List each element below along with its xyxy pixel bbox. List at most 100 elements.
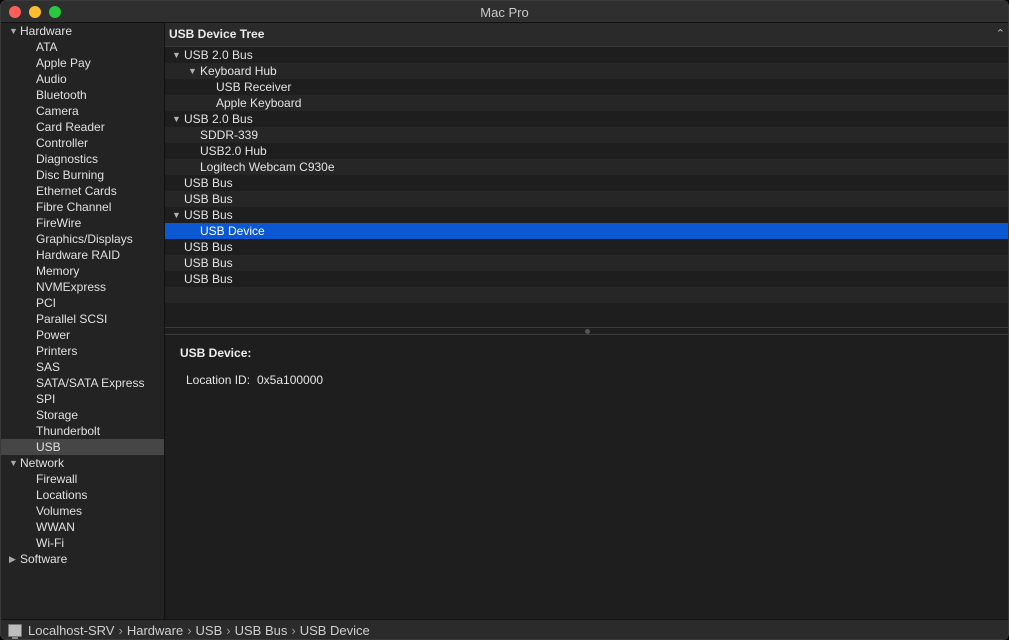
tree-row-label: USB Bus [184, 256, 233, 270]
sidebar-item-graphics-displays[interactable]: Graphics/Displays [1, 231, 164, 247]
tree-row[interactable]: USB Bus [165, 255, 1008, 271]
disclosure-open-icon[interactable]: ▼ [9, 455, 19, 471]
title-bar[interactable]: Mac Pro [1, 1, 1008, 23]
sidebar-item-bluetooth[interactable]: Bluetooth [1, 87, 164, 103]
sidebar-group-hardware[interactable]: ▼ Hardware [1, 23, 164, 39]
sidebar-group-label: Software [20, 552, 68, 566]
sidebar-item-wi-fi[interactable]: Wi-Fi [1, 535, 164, 551]
sidebar-group-software[interactable]: ▶ Software [1, 551, 164, 567]
tree-row[interactable]: USB Bus [165, 239, 1008, 255]
sidebar-item-ethernet-cards[interactable]: Ethernet Cards [1, 183, 164, 199]
sidebar-group-label: Hardware [20, 24, 73, 38]
sidebar-item-memory[interactable]: Memory [1, 263, 164, 279]
tree-row-label: USB 2.0 Bus [184, 112, 253, 126]
window-title: Mac Pro [480, 5, 529, 20]
tree-row-label: USB2.0 Hub [200, 144, 267, 158]
sidebar-item-ata[interactable]: ATA [1, 39, 164, 55]
sidebar-item-apple-pay[interactable]: Apple Pay [1, 55, 164, 71]
disclosure-open-icon[interactable]: ▼ [172, 47, 182, 63]
tree-row-label: USB 2.0 Bus [184, 48, 253, 62]
sidebar-item-audio[interactable]: Audio [1, 71, 164, 87]
sidebar-item-storage[interactable]: Storage [1, 407, 164, 423]
tree-row[interactable]: SDDR-339 [165, 127, 1008, 143]
sidebar-item-nvmexpress[interactable]: NVMExpress [1, 279, 164, 295]
tree-row-empty [165, 303, 1008, 319]
breadcrumb-item[interactable]: USB Device [300, 623, 370, 638]
sidebar-item-pci[interactable]: PCI [1, 295, 164, 311]
tree-row[interactable]: Logitech Webcam C930e [165, 159, 1008, 175]
sidebar-item-hardware-raid[interactable]: Hardware RAID [1, 247, 164, 263]
breadcrumb-separator: › [291, 623, 296, 638]
tree-row[interactable]: ▼ USB 2.0 Bus [165, 111, 1008, 127]
breadcrumb: Localhost-SRV › Hardware › USB › USB Bus › USB D… [28, 620, 370, 639]
tree-row-label: Keyboard Hub [200, 64, 277, 78]
sidebar-group-network[interactable]: ▼ Network [1, 455, 164, 471]
disclosure-closed-icon[interactable]: ▶ [9, 551, 19, 567]
tree-row-label: USB Device [200, 224, 265, 238]
tree-row-label: USB Bus [184, 176, 233, 190]
sidebar-item-card-reader[interactable]: Card Reader [1, 119, 164, 135]
tree-column-header[interactable]: USB Device Tree ⌃ [165, 23, 1008, 47]
tree-row[interactable]: USB Receiver [165, 79, 1008, 95]
tree-row[interactable]: ▼ USB 2.0 Bus [165, 47, 1008, 63]
sidebar-item-printers[interactable]: Printers [1, 343, 164, 359]
tree-row-label: USB Bus [184, 240, 233, 254]
splitter-grip-icon[interactable] [585, 329, 590, 334]
tree-row[interactable]: USB2.0 Hub [165, 143, 1008, 159]
pane-splitter[interactable] [165, 327, 1008, 335]
sidebar-item-thunderbolt[interactable]: Thunderbolt [1, 423, 164, 439]
sidebar: ▼ Hardware ATA Apple Pay Audio Bluetooth Camer… [1, 23, 165, 619]
tree-row-selected[interactable]: USB Device [165, 223, 1008, 239]
tree-row-label: USB Receiver [216, 80, 292, 94]
usb-device-tree: USB Device Tree ⌃ ▼ USB 2.0 Bus ▼ Keyboard … [165, 23, 1008, 327]
sidebar-item-wwan[interactable]: WWAN [1, 519, 164, 535]
disclosure-open-icon[interactable]: ▼ [188, 63, 198, 79]
disclosure-open-icon[interactable]: ▼ [172, 207, 182, 223]
location-id-value: 0x5a100000 [257, 373, 324, 387]
detail-title: USB Device: [180, 346, 252, 360]
breadcrumb-separator: › [226, 623, 231, 638]
tree-row-label: USB Bus [184, 192, 233, 206]
tree-row[interactable]: Apple Keyboard [165, 95, 1008, 111]
sidebar-item-controller[interactable]: Controller [1, 135, 164, 151]
breadcrumb-item[interactable]: Localhost-SRV [28, 623, 114, 638]
sidebar-item-parallel-scsi[interactable]: Parallel SCSI [1, 311, 164, 327]
sidebar-item-usb[interactable]: USB [1, 439, 164, 455]
tree-rows: ▼ USB 2.0 Bus ▼ Keyboard Hub USB Receiver App… [165, 47, 1008, 319]
sidebar-item-locations[interactable]: Locations [1, 487, 164, 503]
sidebar-item-camera[interactable]: Camera [1, 103, 164, 119]
sidebar-item-firewire[interactable]: FireWire [1, 215, 164, 231]
disclosure-open-icon[interactable]: ▼ [9, 23, 19, 39]
tree-row-label: USB Bus [184, 272, 233, 286]
tree-row[interactable]: ▼ Keyboard Hub [165, 63, 1008, 79]
computer-icon [8, 624, 22, 639]
sidebar-item-sas[interactable]: SAS [1, 359, 164, 375]
chevron-up-icon[interactable]: ⌃ [996, 23, 1005, 46]
tree-row-label: SDDR-339 [200, 128, 259, 142]
tree-row[interactable]: USB Bus [165, 175, 1008, 191]
sidebar-item-volumes[interactable]: Volumes [1, 503, 164, 519]
sidebar-item-disc-burning[interactable]: Disc Burning [1, 167, 164, 183]
tree-row-empty [165, 287, 1008, 303]
breadcrumb-item[interactable]: USB Bus [235, 623, 288, 638]
tree-row[interactable]: USB Bus [165, 191, 1008, 207]
breadcrumb-item[interactable]: USB [196, 623, 223, 638]
sidebar-item-diagnostics[interactable]: Diagnostics [1, 151, 164, 167]
location-id-label: Location ID: [186, 373, 251, 387]
sidebar-item-spi[interactable]: SPI [1, 391, 164, 407]
system-information-window: Mac Pro ▼ Hardware ATA Apple Pay Audio Blueto… [0, 0, 1009, 640]
disclosure-open-icon[interactable]: ▼ [172, 111, 182, 127]
tree-header-label: USB Device Tree [169, 27, 265, 41]
tree-row[interactable]: ▼ USB Bus [165, 207, 1008, 223]
detail-pane: USB Device: Location ID: 0x5a100000 [165, 335, 1008, 619]
tree-row[interactable]: USB Bus [165, 271, 1008, 287]
breadcrumb-separator: › [118, 623, 123, 638]
sidebar-group-label: Network [20, 456, 65, 470]
tree-row-label: Logitech Webcam C930e [200, 160, 335, 174]
sidebar-item-power[interactable]: Power [1, 327, 164, 343]
sidebar-item-firewall[interactable]: Firewall [1, 471, 164, 487]
tree-row-label: USB Bus [184, 208, 233, 222]
sidebar-item-fibre-channel[interactable]: Fibre Channel [1, 199, 164, 215]
breadcrumb-item[interactable]: Hardware [127, 623, 183, 638]
sidebar-item-sata-sata-express[interactable]: SATA/SATA Express [1, 375, 164, 391]
